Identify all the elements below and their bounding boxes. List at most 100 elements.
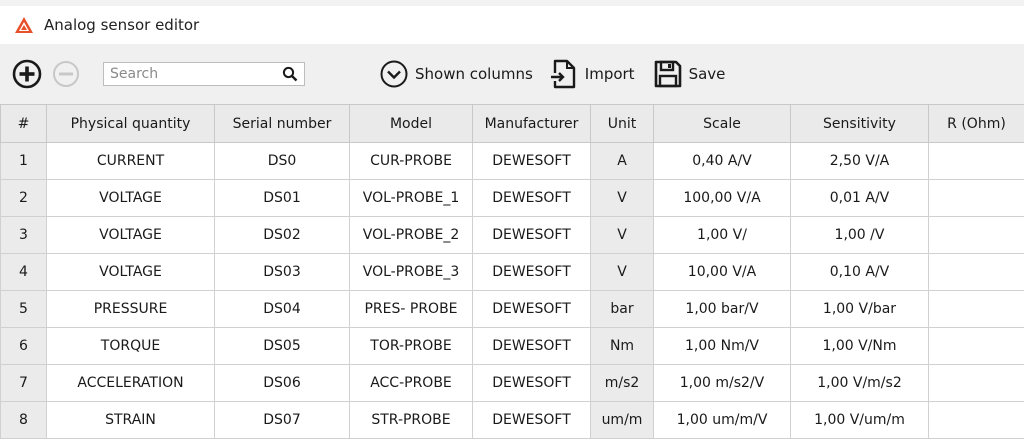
table-row[interactable]: 3VOLTAGEDS02VOL-PROBE_2DEWESOFTV1,00 V/1… xyxy=(1,217,1024,254)
column-header-scale[interactable]: Scale xyxy=(654,105,791,143)
sensitivity-cell[interactable]: 1,00 /V xyxy=(791,217,929,254)
row-index-cell[interactable]: 2 xyxy=(1,180,47,217)
scale-cell[interactable]: 10,00 V/A xyxy=(654,254,791,291)
row-index-cell[interactable]: 4 xyxy=(1,254,47,291)
search-icon[interactable] xyxy=(282,66,298,82)
save-button[interactable]: Save xyxy=(653,59,726,89)
resistance-cell[interactable] xyxy=(929,217,1024,254)
serial-number-cell[interactable]: DS03 xyxy=(215,254,350,291)
manufacturer-cell[interactable]: DEWESOFT xyxy=(473,254,591,291)
sensitivity-cell[interactable]: 0,01 A/V xyxy=(791,180,929,217)
row-index-cell[interactable]: 1 xyxy=(1,143,47,180)
physical-quantity-cell[interactable]: TORQUE xyxy=(47,328,215,365)
scale-cell[interactable]: 100,00 V/A xyxy=(654,180,791,217)
scale-cell[interactable]: 1,00 m/s2/V xyxy=(654,365,791,402)
manufacturer-cell[interactable]: DEWESOFT xyxy=(473,217,591,254)
manufacturer-cell[interactable]: DEWESOFT xyxy=(473,328,591,365)
scale-cell[interactable]: 1,00 V/ xyxy=(654,217,791,254)
row-index-cell[interactable]: 7 xyxy=(1,365,47,402)
serial-number-cell[interactable]: DS05 xyxy=(215,328,350,365)
resistance-cell[interactable] xyxy=(929,365,1024,402)
manufacturer-cell[interactable]: DEWESOFT xyxy=(473,180,591,217)
resistance-cell[interactable] xyxy=(929,402,1024,439)
unit-cell[interactable]: A xyxy=(591,143,654,180)
scale-cell[interactable]: 1,00 um/m/V xyxy=(654,402,791,439)
table-row[interactable]: 2VOLTAGEDS01VOL-PROBE_1DEWESOFTV100,00 V… xyxy=(1,180,1024,217)
unit-cell[interactable]: V xyxy=(591,254,654,291)
resistance-cell[interactable] xyxy=(929,180,1024,217)
manufacturer-cell[interactable]: DEWESOFT xyxy=(473,143,591,180)
model-cell[interactable]: TOR-PROBE xyxy=(350,328,473,365)
serial-number-cell[interactable]: DS06 xyxy=(215,365,350,402)
unit-cell[interactable]: m/s2 xyxy=(591,365,654,402)
sensitivity-cell[interactable]: 2,50 V/A xyxy=(791,143,929,180)
model-cell[interactable]: CUR-PROBE xyxy=(350,143,473,180)
sensitivity-cell[interactable]: 1,00 V/m/s2 xyxy=(791,365,929,402)
shown-columns-button[interactable]: Shown columns xyxy=(379,59,533,89)
serial-number-cell[interactable]: DS0 xyxy=(215,143,350,180)
row-index-cell[interactable]: 3 xyxy=(1,217,47,254)
sensitivity-cell[interactable]: 1,00 V/Nm xyxy=(791,328,929,365)
table-row[interactable]: 1CURRENTDS0CUR-PROBEDEWESOFTA0,40 A/V2,5… xyxy=(1,143,1024,180)
physical-quantity-cell[interactable]: CURRENT xyxy=(47,143,215,180)
physical-quantity-cell[interactable]: VOLTAGE xyxy=(47,180,215,217)
table-row[interactable]: 6TORQUEDS05TOR-PROBEDEWESOFTNm1,00 Nm/V1… xyxy=(1,328,1024,365)
sensitivity-cell[interactable]: 1,00 V/bar xyxy=(791,291,929,328)
manufacturer-cell[interactable]: DEWESOFT xyxy=(473,291,591,328)
model-cell[interactable]: ACC-PROBE xyxy=(350,365,473,402)
physical-quantity-cell[interactable]: VOLTAGE xyxy=(47,217,215,254)
remove-sensor-button[interactable] xyxy=(51,59,81,89)
search-box[interactable] xyxy=(103,62,305,86)
column-header-physical-quantity[interactable]: Physical quantity xyxy=(47,105,215,143)
table-row[interactable]: 8STRAINDS07STR-PROBEDEWESOFTum/m1,00 um/… xyxy=(1,402,1024,439)
column-header-manufacturer[interactable]: Manufacturer xyxy=(473,105,591,143)
unit-cell[interactable]: um/m xyxy=(591,402,654,439)
row-index-cell[interactable]: 5 xyxy=(1,291,47,328)
title-bar: Analog sensor editor xyxy=(0,6,1024,44)
sensitivity-cell[interactable]: 0,10 A/V xyxy=(791,254,929,291)
serial-number-cell[interactable]: DS01 xyxy=(215,180,350,217)
serial-number-cell[interactable]: DS07 xyxy=(215,402,350,439)
search-input[interactable] xyxy=(110,66,270,82)
table-row[interactable]: 7ACCELERATIONDS06ACC-PROBEDEWESOFTm/s21,… xyxy=(1,365,1024,402)
serial-number-cell[interactable]: DS04 xyxy=(215,291,350,328)
resistance-cell[interactable] xyxy=(929,291,1024,328)
add-sensor-button[interactable] xyxy=(11,58,43,90)
unit-cell[interactable]: Nm xyxy=(591,328,654,365)
table-row[interactable]: 5PRESSUREDS04PRES- PROBEDEWESOFTbar1,00 … xyxy=(1,291,1024,328)
physical-quantity-cell[interactable]: ACCELERATION xyxy=(47,365,215,402)
scale-cell[interactable]: 0,40 A/V xyxy=(654,143,791,180)
import-button[interactable]: Import xyxy=(549,58,635,90)
manufacturer-cell[interactable]: DEWESOFT xyxy=(473,365,591,402)
resistance-cell[interactable] xyxy=(929,328,1024,365)
column-header-resistance[interactable]: R (Ohm) xyxy=(929,105,1024,143)
physical-quantity-cell[interactable]: VOLTAGE xyxy=(47,254,215,291)
column-header-serial-number[interactable]: Serial number xyxy=(215,105,350,143)
row-index-cell[interactable]: 8 xyxy=(1,402,47,439)
row-index-cell[interactable]: 6 xyxy=(1,328,47,365)
resistance-cell[interactable] xyxy=(929,254,1024,291)
column-header-sensitivity[interactable]: Sensitivity xyxy=(791,105,929,143)
serial-number-cell[interactable]: DS02 xyxy=(215,217,350,254)
unit-cell[interactable]: V xyxy=(591,180,654,217)
unit-cell[interactable]: bar xyxy=(591,291,654,328)
resistance-cell[interactable] xyxy=(929,143,1024,180)
model-cell[interactable]: VOL-PROBE_2 xyxy=(350,217,473,254)
floppy-disk-icon xyxy=(653,59,683,89)
unit-cell[interactable]: V xyxy=(591,217,654,254)
scale-cell[interactable]: 1,00 Nm/V xyxy=(654,328,791,365)
import-label: Import xyxy=(585,65,635,83)
table-row[interactable]: 4VOLTAGEDS03VOL-PROBE_3DEWESOFTV10,00 V/… xyxy=(1,254,1024,291)
scale-cell[interactable]: 1,00 bar/V xyxy=(654,291,791,328)
column-header-model[interactable]: Model xyxy=(350,105,473,143)
manufacturer-cell[interactable]: DEWESOFT xyxy=(473,402,591,439)
model-cell[interactable]: VOL-PROBE_1 xyxy=(350,180,473,217)
column-header-unit[interactable]: Unit xyxy=(591,105,654,143)
sensitivity-cell[interactable]: 1,00 V/um/m xyxy=(791,402,929,439)
model-cell[interactable]: VOL-PROBE_3 xyxy=(350,254,473,291)
model-cell[interactable]: PRES- PROBE xyxy=(350,291,473,328)
physical-quantity-cell[interactable]: PRESSURE xyxy=(47,291,215,328)
model-cell[interactable]: STR-PROBE xyxy=(350,402,473,439)
column-header-index[interactable]: # xyxy=(1,105,47,143)
physical-quantity-cell[interactable]: STRAIN xyxy=(47,402,215,439)
